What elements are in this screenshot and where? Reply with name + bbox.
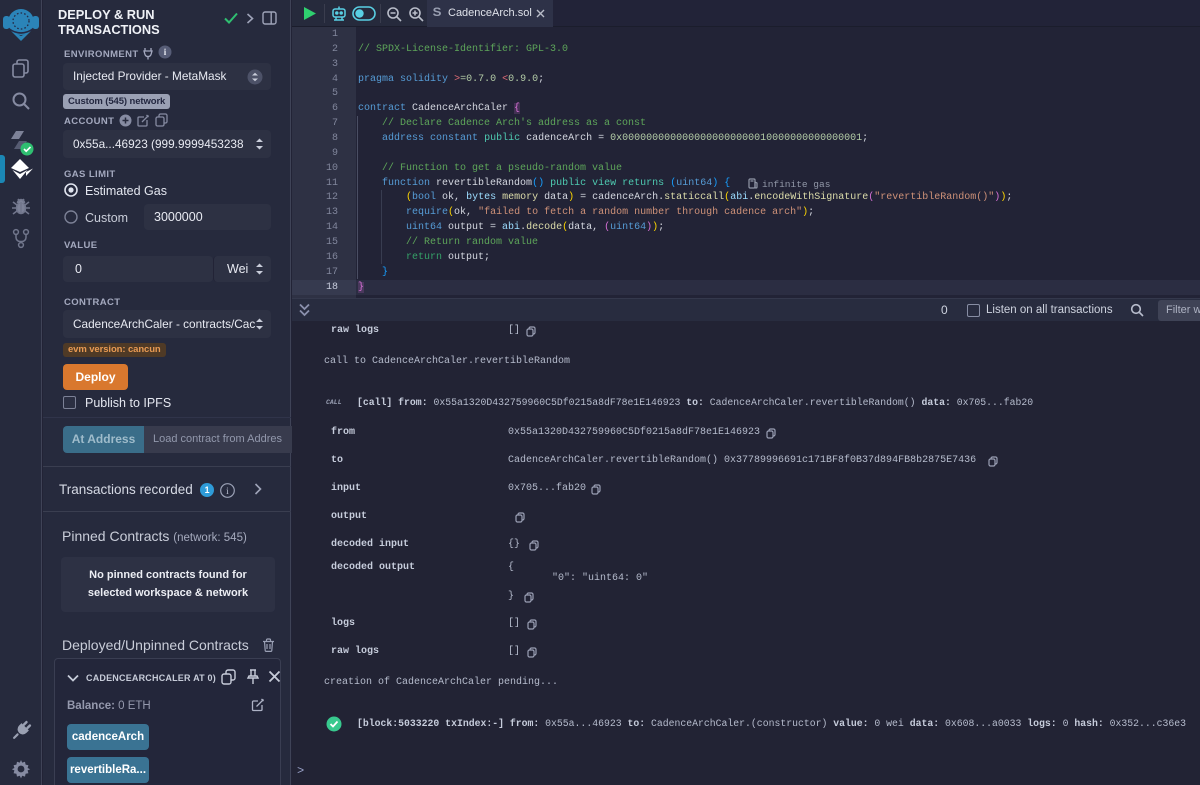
svg-text:1: 1 bbox=[205, 485, 210, 495]
svg-text:i: i bbox=[226, 487, 229, 497]
